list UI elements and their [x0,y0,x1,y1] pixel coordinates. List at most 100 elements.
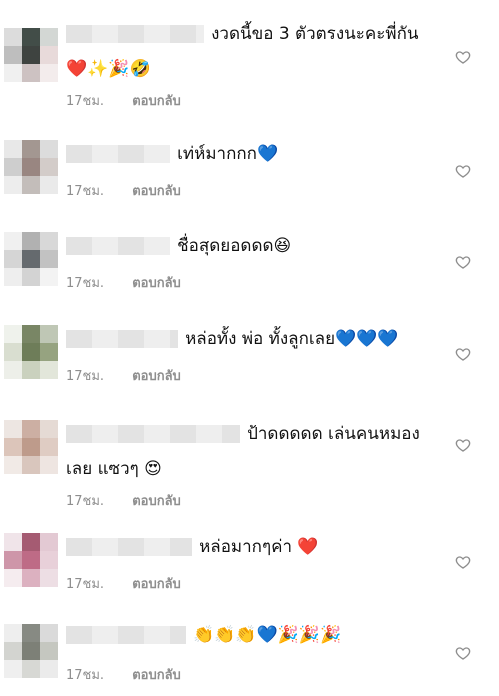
avatar-pixel [4,232,22,250]
username[interactable] [66,625,186,644]
like-heart-icon[interactable] [455,437,471,453]
avatar-pixel [40,420,58,438]
avatar-pixel [22,569,40,587]
comment-body: หล่อมากๆค่า ❤️ 17ชม. ตอบกลับ [66,533,436,594]
avatar-pixel [4,140,22,158]
avatar-pixel [22,176,40,194]
timestamp: 17ชม. [66,577,105,592]
avatar-pixel [4,624,22,642]
avatar-pixel [22,64,40,82]
avatar-pixel [4,642,22,660]
avatar-pixel [22,268,40,286]
reply-button[interactable]: ตอบกลับ [132,276,181,291]
avatar-pixel [22,456,40,474]
avatar-pixel [22,624,40,642]
avatar-pixel [22,250,40,268]
comment-body: ป้าดดดดด เล่นคนหมอง เลย แซวๆ 😍 17ชม. ตอบ… [66,420,436,511]
avatar-pixel [22,325,40,343]
avatar-pixel [22,533,40,551]
avatar-pixel [40,551,58,569]
avatar-pixel [40,250,58,268]
avatar[interactable] [4,232,58,286]
avatar-pixel [22,158,40,176]
username[interactable] [66,24,204,43]
avatar-pixel [40,343,58,361]
avatar-pixel [40,533,58,551]
comment-body: หล่อทั้ง พ่อ ทั้งลูกเลย💙💙💙 17ชม. ตอบกลับ [66,325,436,386]
avatar-pixel [40,158,58,176]
avatar-pixel [22,46,40,64]
avatar-pixel [4,343,22,361]
timestamp: 17ชม. [66,494,105,509]
avatar-pixel [22,28,40,46]
avatar-pixel [40,438,58,456]
avatar-pixel [4,456,22,474]
reply-button[interactable]: ตอบกลับ [132,577,181,592]
avatar[interactable] [4,28,58,82]
avatar-pixel [4,46,22,64]
reply-button[interactable]: ตอบกลับ [132,494,181,509]
avatar-pixel [4,28,22,46]
like-heart-icon[interactable] [455,163,471,179]
timestamp: 17ชม. [66,94,105,109]
comment-body: เท่ห์มากกก💙 17ชม. ตอบกลับ [66,140,436,201]
avatar-pixel [40,456,58,474]
avatar-pixel [40,325,58,343]
like-heart-icon[interactable] [455,645,471,661]
avatar-pixel [40,64,58,82]
reply-button[interactable]: ตอบกลับ [132,184,181,199]
username[interactable] [66,236,170,255]
avatar-pixel [4,660,22,678]
timestamp: 17ชม. [66,276,105,291]
reply-button[interactable]: ตอบกลับ [132,369,181,384]
avatar-pixel [4,250,22,268]
comment-text-continued: ❤️✨🎉🤣 [66,59,151,79]
avatar[interactable] [4,624,58,678]
avatar-pixel [40,28,58,46]
avatar[interactable] [4,325,58,379]
avatar-pixel [40,361,58,379]
avatar-pixel [4,325,22,343]
avatar-pixel [22,642,40,660]
comment-text-continued: เลย แซวๆ 😍 [66,459,162,479]
username[interactable] [66,537,192,556]
reply-button[interactable]: ตอบกลับ [132,668,181,683]
avatar-pixel [40,642,58,660]
avatar-pixel [22,660,40,678]
comment-text: เท่ห์มากกก💙 [177,144,279,164]
comment-text: ชื่อสุดยอดดด😆 [177,236,292,256]
like-heart-icon[interactable] [455,346,471,362]
timestamp: 17ชม. [66,369,105,384]
avatar-pixel [4,158,22,176]
comment-body: 👏👏👏💙🎉🎉🎉 17ชม. ตอบกลับ [66,624,436,685]
avatar-pixel [22,438,40,456]
avatar-pixel [4,438,22,456]
avatar[interactable] [4,140,58,194]
avatar-pixel [4,569,22,587]
avatar-pixel [22,420,40,438]
avatar-pixel [22,361,40,379]
comment-text: หล่อทั้ง พ่อ ทั้งลูกเลย💙💙💙 [185,329,399,349]
comment-text: หล่อมากๆค่า ❤️ [199,537,319,557]
avatar[interactable] [4,420,58,474]
avatar-pixel [40,176,58,194]
avatar-pixel [22,343,40,361]
avatar-pixel [40,268,58,286]
like-heart-icon[interactable] [455,49,471,65]
avatar-pixel [22,551,40,569]
avatar-pixel [40,232,58,250]
username[interactable] [66,424,240,443]
avatar-pixel [40,46,58,64]
like-heart-icon[interactable] [455,254,471,270]
avatar[interactable] [4,533,58,587]
username[interactable] [66,144,170,163]
avatar-pixel [4,533,22,551]
avatar-pixel [40,140,58,158]
timestamp: 17ชม. [66,668,105,683]
comment-text: 👏👏👏💙🎉🎉🎉 [193,624,342,645]
timestamp: 17ชม. [66,184,105,199]
username[interactable] [66,329,178,348]
reply-button[interactable]: ตอบกลับ [132,94,181,109]
avatar-pixel [4,420,22,438]
like-heart-icon[interactable] [455,554,471,570]
